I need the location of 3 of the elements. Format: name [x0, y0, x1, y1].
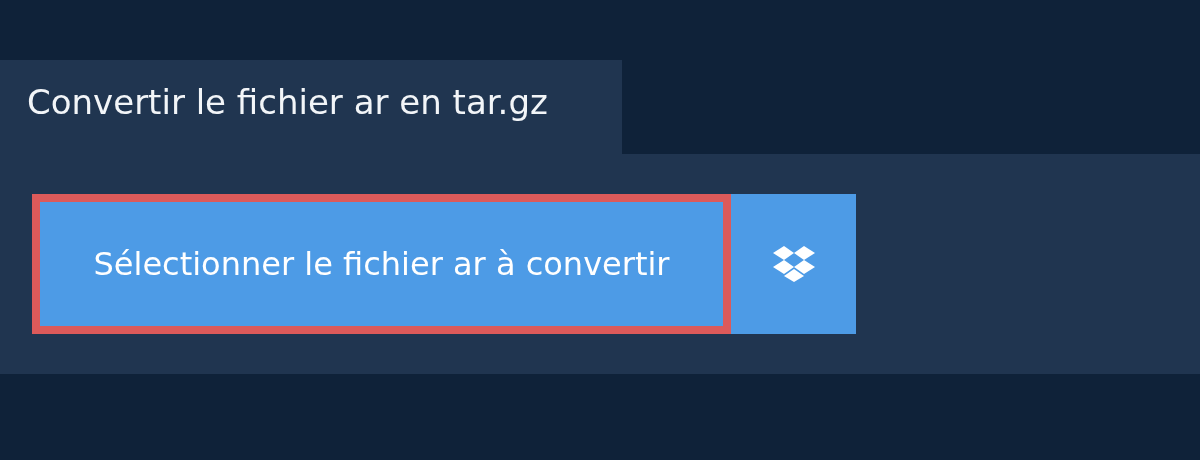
select-file-button[interactable]: Sélectionner le fichier ar à convertir	[32, 194, 731, 334]
dropbox-button[interactable]	[731, 194, 856, 334]
dropbox-icon	[772, 246, 815, 282]
